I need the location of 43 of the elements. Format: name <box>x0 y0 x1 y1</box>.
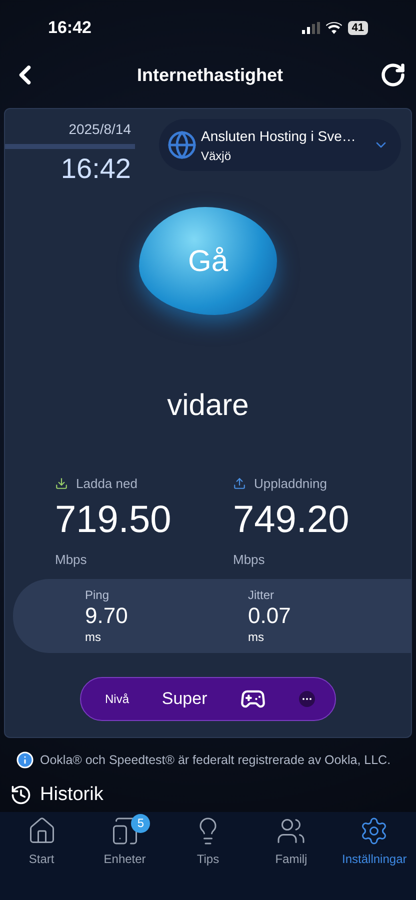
latency-unit: ms <box>85 629 102 646</box>
server-name: Ansluten Hosting i Sve… <box>201 126 356 146</box>
wifi-icon <box>326 22 342 34</box>
result-value: 719.50 <box>55 498 172 542</box>
latency-label: Ping <box>85 587 110 604</box>
status-text: vidare <box>167 388 249 424</box>
latency-unit: ms <box>248 629 265 646</box>
level-label: Nivå <box>105 691 130 708</box>
screen-title: Internethastighet <box>136 64 283 87</box>
test-date: 2025/8/14 <box>68 120 132 139</box>
result-label: Uppladdning <box>254 475 328 493</box>
result-label: Ladda ned <box>76 475 138 493</box>
latency-label: Jitter <box>248 587 276 604</box>
level-pill[interactable]: Nivå Super <box>80 677 336 721</box>
refresh-icon <box>380 62 406 88</box>
result-unit: Mbps <box>55 550 88 569</box>
battery-indicator: 41 <box>348 21 368 35</box>
signal-icon <box>302 22 320 34</box>
tab[interactable]: Inställningar <box>332 816 416 868</box>
info-icon <box>16 751 34 770</box>
download-icon <box>55 477 68 490</box>
people-icon <box>276 816 306 846</box>
server-selector[interactable]: Ansluten Hosting i Sve… Växjö <box>159 119 401 171</box>
result-unit: Mbps <box>233 550 266 569</box>
history-icon <box>10 784 32 806</box>
history-heading: Historik <box>40 784 104 805</box>
tab[interactable]: Tips <box>166 816 250 868</box>
disclaimer-text: Ookla® och Speedtest® är federalt registrerade av Ookla, LLC. <box>40 752 391 769</box>
level-value: Super <box>162 688 208 710</box>
server-location: Växjö <box>201 148 232 164</box>
latency-value: 0.07 <box>248 604 292 628</box>
test-time: 16:42 <box>60 153 132 185</box>
tab[interactable]: Familj <box>250 816 333 868</box>
more-icon <box>298 691 315 707</box>
result-value: 749.20 <box>233 498 350 542</box>
count-badge: 5 <box>131 814 150 833</box>
upload-icon <box>233 477 246 490</box>
tab[interactable]: Enheter 5 <box>83 816 166 868</box>
tab[interactable]: Start <box>0 816 84 868</box>
globe-icon <box>167 130 197 160</box>
refresh-button[interactable] <box>380 62 406 88</box>
clock: 16:42 <box>48 17 92 40</box>
latency-value: 9.70 <box>85 604 129 628</box>
